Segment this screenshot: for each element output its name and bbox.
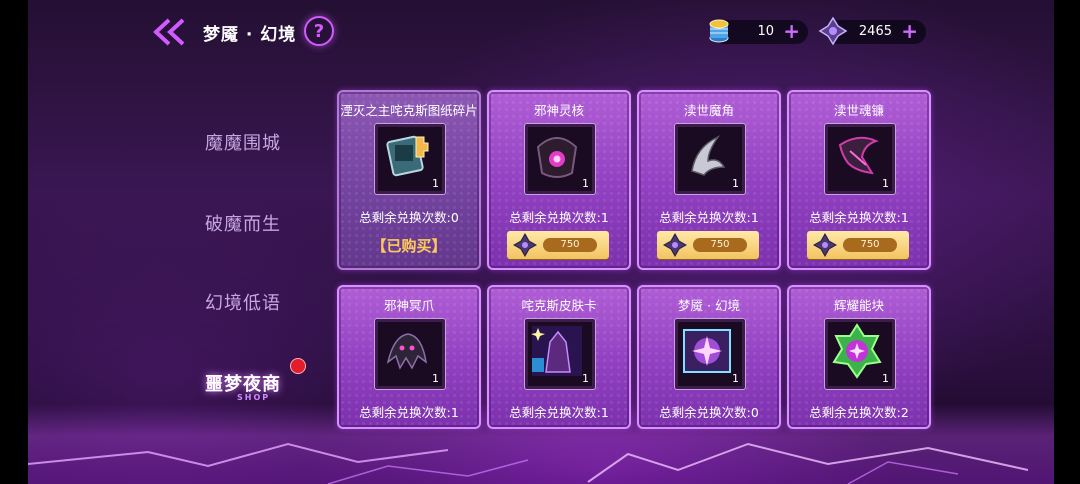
item-name: 咤克斯皮肤卡 bbox=[521, 298, 597, 313]
remaining-count: 总剩余兑换次数:1 bbox=[509, 210, 609, 225]
page-title: 梦魇 · 幻境 bbox=[203, 25, 297, 45]
shop-card[interactable]: 邪神冥爪 1 总剩余兑换次数:1 bbox=[337, 285, 481, 429]
radiant-block-icon bbox=[832, 323, 882, 379]
help-button[interactable]: ? bbox=[304, 16, 334, 46]
crystals-value: 2465 bbox=[858, 24, 892, 39]
remaining-count: 总剩余兑换次数:1 bbox=[359, 405, 459, 420]
item-name: 邪神冥爪 bbox=[383, 298, 434, 313]
add-coins-button[interactable]: + bbox=[783, 19, 800, 43]
item-quantity: 1 bbox=[732, 177, 739, 190]
currency-coins: 10 + bbox=[709, 19, 808, 44]
shop-card[interactable]: 渎世魔角 1 总剩余兑换次数:1 750 bbox=[637, 90, 781, 270]
item-quantity: 1 bbox=[882, 372, 889, 385]
remaining-count: 总剩余兑换次数:0 bbox=[359, 210, 459, 225]
item-slot: 1 bbox=[375, 124, 445, 194]
dark-crystal-icon bbox=[513, 233, 537, 257]
shop-card[interactable]: 辉耀能块 1 总剩余兑换次数:2 bbox=[787, 285, 931, 429]
notification-badge bbox=[290, 358, 306, 374]
price-value: 750 bbox=[693, 238, 747, 252]
shop-subtitle: SHOP bbox=[237, 393, 271, 402]
coins-value: 10 bbox=[757, 24, 774, 39]
remaining-count: 总剩余兑换次数:0 bbox=[659, 405, 759, 420]
item-slot: 1 bbox=[375, 319, 445, 389]
price-value: 750 bbox=[543, 238, 597, 252]
coin-stack-icon bbox=[709, 19, 729, 43]
item-quantity: 1 bbox=[582, 372, 589, 385]
item-slot: 1 bbox=[825, 319, 895, 389]
shop-card[interactable]: 梦魇 · 幻境 1 总剩余兑换次数:0 bbox=[637, 285, 781, 429]
shop-card[interactable]: 邪神灵核 1 总剩余兑换次数:1 750 bbox=[487, 90, 631, 270]
right-letterbox bbox=[1054, 0, 1080, 484]
skin-card-icon bbox=[531, 326, 582, 376]
shop-card[interactable]: 咤克斯皮肤卡 1 总剩余兑换次数:1 bbox=[487, 285, 631, 429]
item-slot: 1 bbox=[825, 124, 895, 194]
item-name: 邪神灵核 bbox=[533, 103, 584, 118]
left-letterbox bbox=[0, 0, 28, 484]
game-scene: 梦魇 · 幻境 ? 10 + 2465 + 魔魔围城 破魔而生 幻境低语 噩梦夜… bbox=[0, 0, 1080, 484]
shop-card[interactable]: 渎世魂镰 1 总剩余兑换次数:1 750 bbox=[787, 90, 931, 270]
remaining-count: 总剩余兑换次数:1 bbox=[659, 210, 759, 225]
item-quantity: 1 bbox=[882, 177, 889, 190]
add-crystals-button[interactable]: + bbox=[901, 19, 918, 43]
purchased-label: 【已购买】 bbox=[371, 237, 447, 255]
dark-crystal-icon bbox=[818, 16, 848, 46]
back-button[interactable] bbox=[153, 18, 189, 46]
tab-siege[interactable]: 魔魔围城 bbox=[205, 129, 305, 155]
item-slot: 1 bbox=[525, 124, 595, 194]
remaining-count: 总剩余兑换次数:2 bbox=[809, 405, 909, 420]
demon-horn-icon bbox=[691, 135, 726, 176]
tab-breakthrough[interactable]: 破魔而生 bbox=[205, 210, 305, 236]
dark-crystal-icon bbox=[663, 233, 687, 257]
item-quantity: 1 bbox=[582, 177, 589, 190]
blueprint-fragment-icon bbox=[386, 135, 429, 177]
shop-card[interactable]: 湮灭之主咤克斯图纸碎片 1 总剩余兑换次数:0 【已购买】 bbox=[337, 90, 481, 270]
tab-whispers[interactable]: 幻境低语 bbox=[205, 289, 305, 315]
item-quantity: 1 bbox=[432, 177, 439, 190]
buy-button[interactable]: 750 bbox=[507, 231, 609, 259]
item-slot: 1 bbox=[675, 319, 745, 389]
item-slot: 1 bbox=[675, 124, 745, 194]
item-name: 渎世魔角 bbox=[683, 103, 734, 118]
item-name: 辉耀能块 bbox=[833, 298, 884, 313]
item-name: 湮灭之主咤克斯图纸碎片 bbox=[340, 103, 478, 118]
soul-scythe-icon bbox=[838, 136, 879, 175]
item-name: 渎世魂镰 bbox=[833, 103, 884, 118]
item-quantity: 1 bbox=[432, 372, 439, 385]
item-quantity: 1 bbox=[732, 372, 739, 385]
nether-claw-icon bbox=[386, 333, 428, 370]
item-slot: 1 bbox=[525, 319, 595, 389]
buy-button[interactable]: 750 bbox=[657, 231, 759, 259]
item-name: 梦魇 · 幻境 bbox=[678, 298, 740, 313]
dark-crystal-icon bbox=[813, 233, 837, 257]
buy-button[interactable]: 750 bbox=[807, 231, 909, 259]
nightmare-realm-icon bbox=[683, 329, 731, 373]
remaining-count: 总剩余兑换次数:1 bbox=[809, 210, 909, 225]
evil-core-icon bbox=[536, 137, 578, 178]
double-chevron-left-icon bbox=[153, 18, 185, 46]
remaining-count: 总剩余兑换次数:1 bbox=[509, 405, 609, 420]
price-value: 750 bbox=[843, 238, 897, 252]
currency-crystals: 2465 + bbox=[818, 16, 926, 46]
